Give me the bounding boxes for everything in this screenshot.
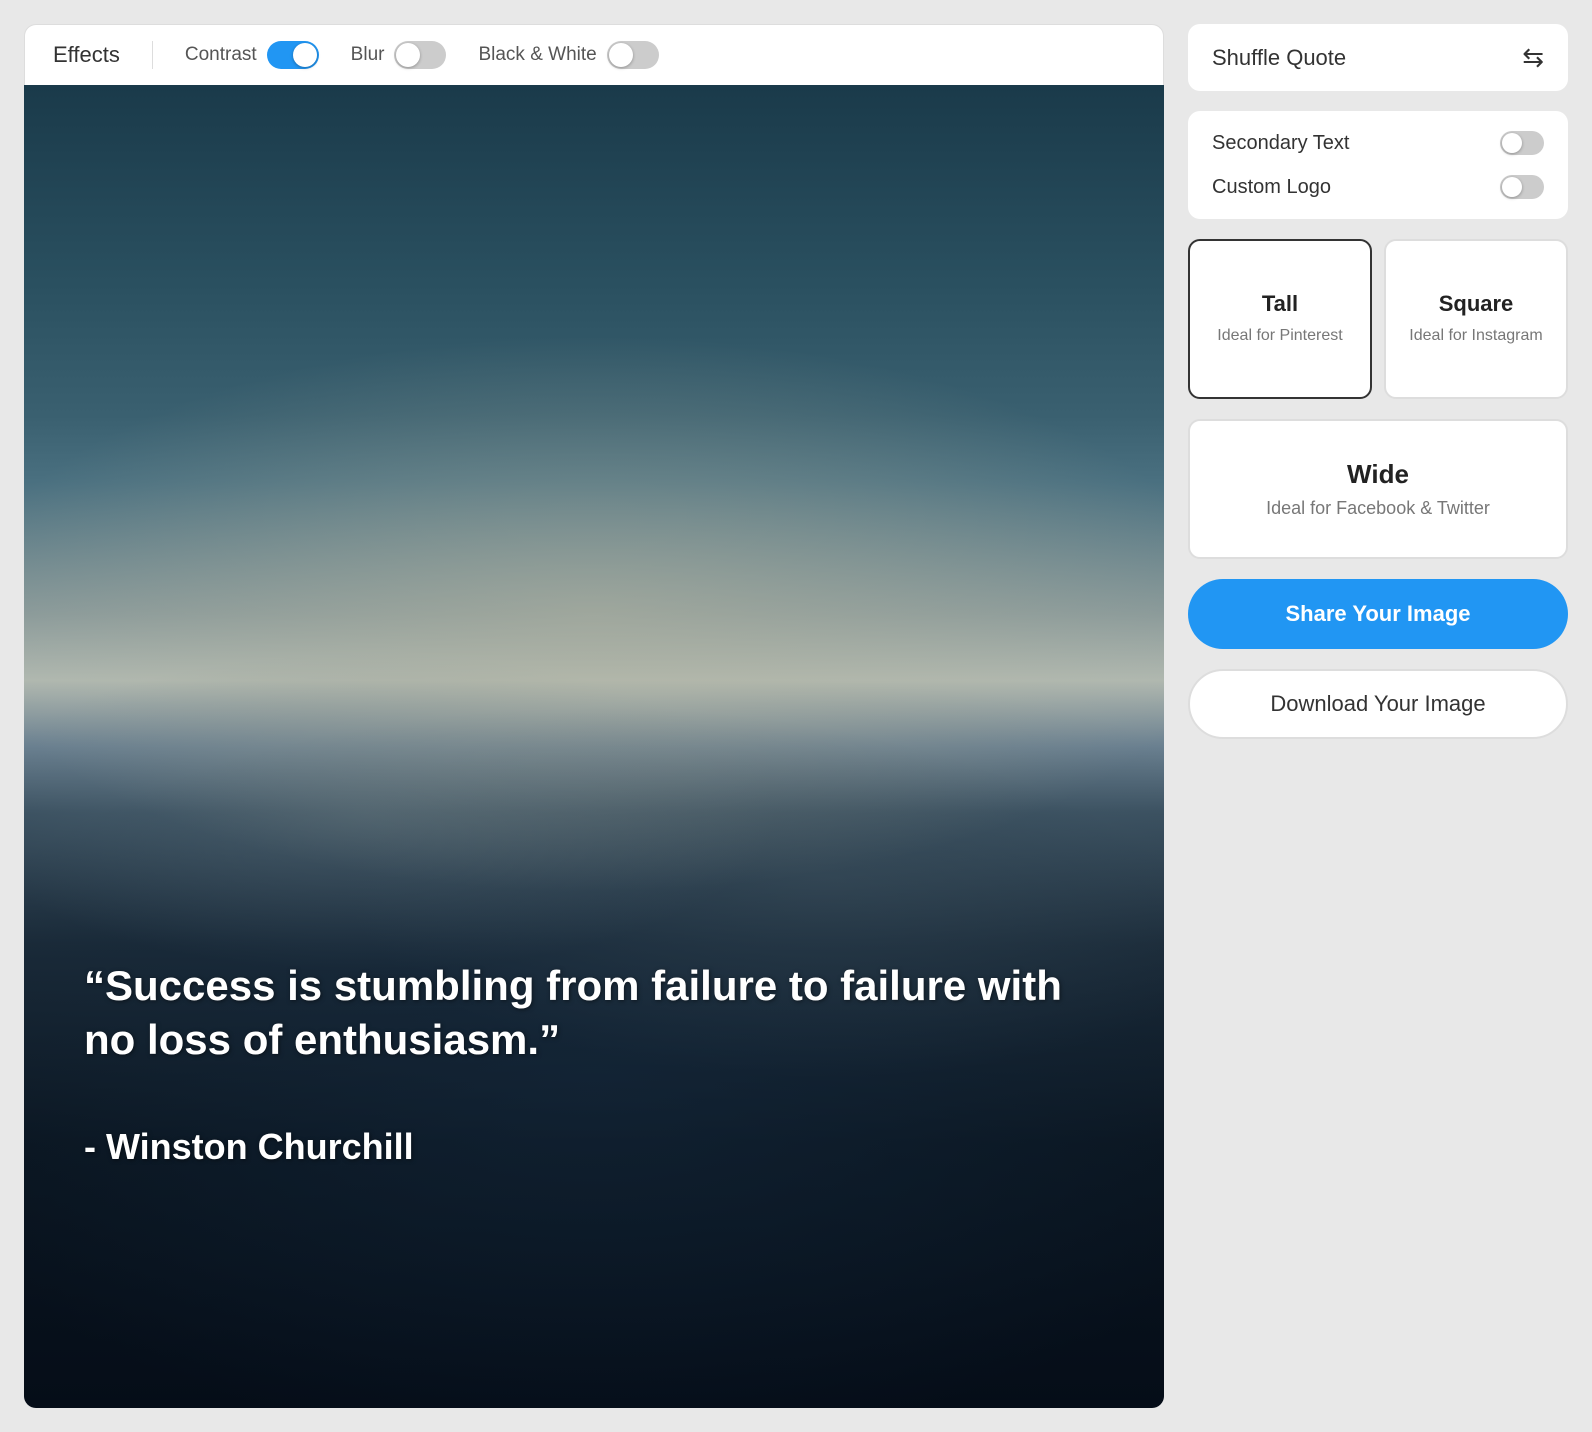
effects-divider [152,41,153,69]
blur-label: Blur [351,44,385,66]
format-tall-subtitle: Ideal for Pinterest [1217,325,1342,347]
author-text: - Winston Churchill [84,1126,414,1168]
format-tall-title: Tall [1262,291,1298,317]
format-tall-card[interactable]: Tall Ideal for Pinterest [1188,239,1372,399]
format-square-title: Square [1439,291,1514,317]
effects-bar: Effects Contrast Blur Black & White [24,24,1164,85]
image-background: “Success is stumbling from failure to fa… [24,85,1164,1408]
blur-item: Blur [351,41,447,69]
custom-logo-row: Custom Logo [1212,175,1544,199]
secondary-text-row: Secondary Text [1212,131,1544,155]
bw-toggle[interactable] [607,41,659,69]
left-panel: Effects Contrast Blur Black & White “Suc… [24,24,1164,1408]
contrast-item: Contrast [185,41,319,69]
effects-label: Effects [53,42,120,68]
shuffle-icon[interactable]: ⇆ [1522,42,1544,73]
shuffle-label: Shuffle Quote [1212,45,1346,71]
format-wide-title: Wide [1347,459,1409,490]
quote-text: “Success is stumbling from failure to fa… [84,959,1104,1068]
right-panel: Shuffle Quote ⇆ Secondary Text Custom Lo… [1188,24,1568,1408]
settings-card: Secondary Text Custom Logo [1188,111,1568,219]
format-square-subtitle: Ideal for Instagram [1409,325,1542,347]
bw-item: Black & White [478,41,658,69]
shuffle-card: Shuffle Quote ⇆ [1188,24,1568,91]
format-wide-card[interactable]: Wide Ideal for Facebook & Twitter [1188,419,1568,559]
custom-logo-toggle[interactable] [1500,175,1544,199]
bw-label: Black & White [478,44,596,66]
download-button[interactable]: Download Your Image [1188,669,1568,739]
format-wide-subtitle: Ideal for Facebook & Twitter [1266,498,1490,519]
secondary-text-label: Secondary Text [1212,132,1350,155]
blur-toggle[interactable] [394,41,446,69]
contrast-label: Contrast [185,44,257,66]
format-row-top: Tall Ideal for Pinterest Square Ideal fo… [1188,239,1568,399]
format-square-card[interactable]: Square Ideal for Instagram [1384,239,1568,399]
share-button[interactable]: Share Your Image [1188,579,1568,649]
cloud-overlay [24,85,1164,1408]
contrast-toggle[interactable] [267,41,319,69]
image-area: “Success is stumbling from failure to fa… [24,85,1164,1408]
secondary-text-toggle[interactable] [1500,131,1544,155]
custom-logo-label: Custom Logo [1212,176,1331,199]
